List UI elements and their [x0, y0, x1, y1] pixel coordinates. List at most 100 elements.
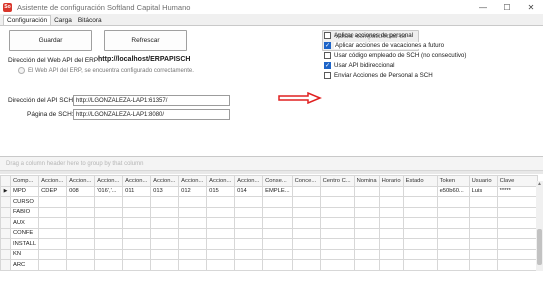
sch-api-input[interactable]: http://LGONZALEZA-LAP1:61357/: [73, 95, 230, 106]
close-button[interactable]: ✕: [519, 0, 543, 14]
table-cell[interactable]: [319, 248, 355, 260]
table-cell[interactable]: [468, 248, 498, 260]
option-enviar-acciones[interactable]: Enviar Acciones de Personal a SCH: [324, 70, 466, 80]
table-cell[interactable]: [436, 259, 470, 271]
table-cell[interactable]: [122, 248, 152, 260]
column-header[interactable]: Comp...: [9, 175, 40, 187]
table-cell[interactable]: [150, 217, 180, 229]
table-cell[interactable]: [291, 248, 321, 260]
table-cell[interactable]: ARC: [9, 259, 40, 271]
table-cell[interactable]: [66, 206, 96, 218]
table-cell[interactable]: [38, 227, 68, 239]
table-cell[interactable]: [122, 238, 152, 250]
table-cell[interactable]: [38, 259, 68, 271]
table-cell[interactable]: [206, 248, 236, 260]
table-cell[interactable]: [291, 259, 321, 271]
table-cell[interactable]: [468, 206, 498, 218]
table-row[interactable]: FABIO: [0, 206, 538, 218]
table-cell[interactable]: [496, 259, 538, 271]
table-row[interactable]: ▶ MPD CDEP 008'016','... 011 013 012 015 014 EMPL…: [0, 185, 538, 197]
table-cell[interactable]: [468, 217, 498, 229]
sch-page-input[interactable]: http://LGONZALEZA-LAP1:8080/: [73, 109, 230, 120]
table-cell[interactable]: [353, 185, 380, 197]
table-cell[interactable]: [178, 238, 208, 250]
vertical-scrollbar[interactable]: ▲: [536, 181, 543, 271]
checkbox-checked-icon[interactable]: ✓: [324, 61, 331, 69]
row-indicator[interactable]: [0, 238, 11, 250]
table-cell[interactable]: [150, 206, 180, 218]
table-cell[interactable]: [262, 196, 293, 208]
table-cell[interactable]: [66, 196, 96, 208]
table-cell[interactable]: [402, 238, 438, 250]
table-cell[interactable]: [496, 196, 538, 208]
table-cell[interactable]: [234, 238, 264, 250]
table-cell[interactable]: [496, 217, 538, 229]
table-cell[interactable]: [378, 259, 404, 271]
table-cell[interactable]: EMPLE...: [262, 185, 293, 197]
table-cell[interactable]: INSTALL: [9, 238, 40, 250]
table-cell[interactable]: [378, 227, 404, 239]
table-cell[interactable]: [378, 248, 404, 260]
table-cell[interactable]: 011: [122, 185, 152, 197]
checkbox-icon[interactable]: [324, 71, 331, 79]
table-cell[interactable]: [178, 227, 208, 239]
option-api-bidireccional[interactable]: ✓ Usar API bidireccional: [324, 60, 466, 70]
table-cell[interactable]: [66, 238, 96, 250]
table-cell[interactable]: [496, 248, 538, 260]
tab-carga[interactable]: Carga: [51, 16, 75, 25]
table-cell[interactable]: [496, 206, 538, 218]
row-indicator[interactable]: [0, 259, 11, 271]
scrollbar-thumb[interactable]: [537, 229, 542, 265]
table-cell[interactable]: [234, 248, 264, 260]
table-cell[interactable]: [234, 196, 264, 208]
table-cell[interactable]: [150, 227, 180, 239]
table-cell[interactable]: '016','...: [94, 185, 124, 197]
table-cell[interactable]: [319, 217, 355, 229]
table-cell[interactable]: [353, 248, 380, 260]
table-cell[interactable]: [94, 196, 124, 208]
column-header[interactable]: Accion...: [178, 175, 208, 187]
table-cell[interactable]: [150, 196, 180, 208]
table-cell[interactable]: [206, 217, 236, 229]
table-cell[interactable]: FABIO: [9, 206, 40, 218]
table-cell[interactable]: [353, 227, 380, 239]
table-cell[interactable]: [150, 259, 180, 271]
table-row[interactable]: AUX: [0, 217, 538, 229]
table-cell[interactable]: [234, 259, 264, 271]
table-cell[interactable]: [436, 217, 470, 229]
table-cell[interactable]: [468, 259, 498, 271]
row-indicator[interactable]: [0, 217, 11, 229]
column-header[interactable]: Clave: [496, 175, 538, 187]
table-cell[interactable]: [262, 206, 293, 218]
table-cell[interactable]: [206, 196, 236, 208]
table-cell[interactable]: [353, 259, 380, 271]
table-cell[interactable]: [178, 217, 208, 229]
table-cell[interactable]: [402, 248, 438, 260]
table-cell[interactable]: [150, 248, 180, 260]
table-cell[interactable]: CONFE: [9, 227, 40, 239]
table-cell[interactable]: [94, 227, 124, 239]
table-cell[interactable]: [234, 227, 264, 239]
table-cell[interactable]: [66, 217, 96, 229]
group-by-panel[interactable]: Drag a column header here to group by th…: [0, 157, 543, 171]
table-cell[interactable]: [436, 248, 470, 260]
table-cell[interactable]: [262, 217, 293, 229]
option-aplicar-acciones[interactable]: Aplicar acciones de personal: [324, 30, 466, 40]
table-cell[interactable]: [436, 206, 470, 218]
column-header[interactable]: Accion...: [206, 175, 236, 187]
table-cell[interactable]: [206, 206, 236, 218]
table-cell[interactable]: [291, 217, 321, 229]
table-cell[interactable]: KN: [9, 248, 40, 260]
option-vacaciones-futuro[interactable]: ✓ Aplicar acciones de vacaciones a futur…: [324, 40, 466, 50]
table-cell[interactable]: [122, 206, 152, 218]
table-cell[interactable]: CURSO: [9, 196, 40, 208]
table-cell[interactable]: [66, 259, 96, 271]
table-cell[interactable]: [94, 217, 124, 229]
tab-bitacora[interactable]: Bitácora: [75, 16, 105, 25]
table-cell[interactable]: [353, 196, 380, 208]
table-cell[interactable]: [291, 227, 321, 239]
column-header[interactable]: Estado: [402, 175, 438, 187]
column-header[interactable]: Accion...: [94, 175, 124, 187]
minimize-button[interactable]: —: [471, 0, 495, 14]
column-header[interactable]: Conse...: [262, 175, 293, 187]
